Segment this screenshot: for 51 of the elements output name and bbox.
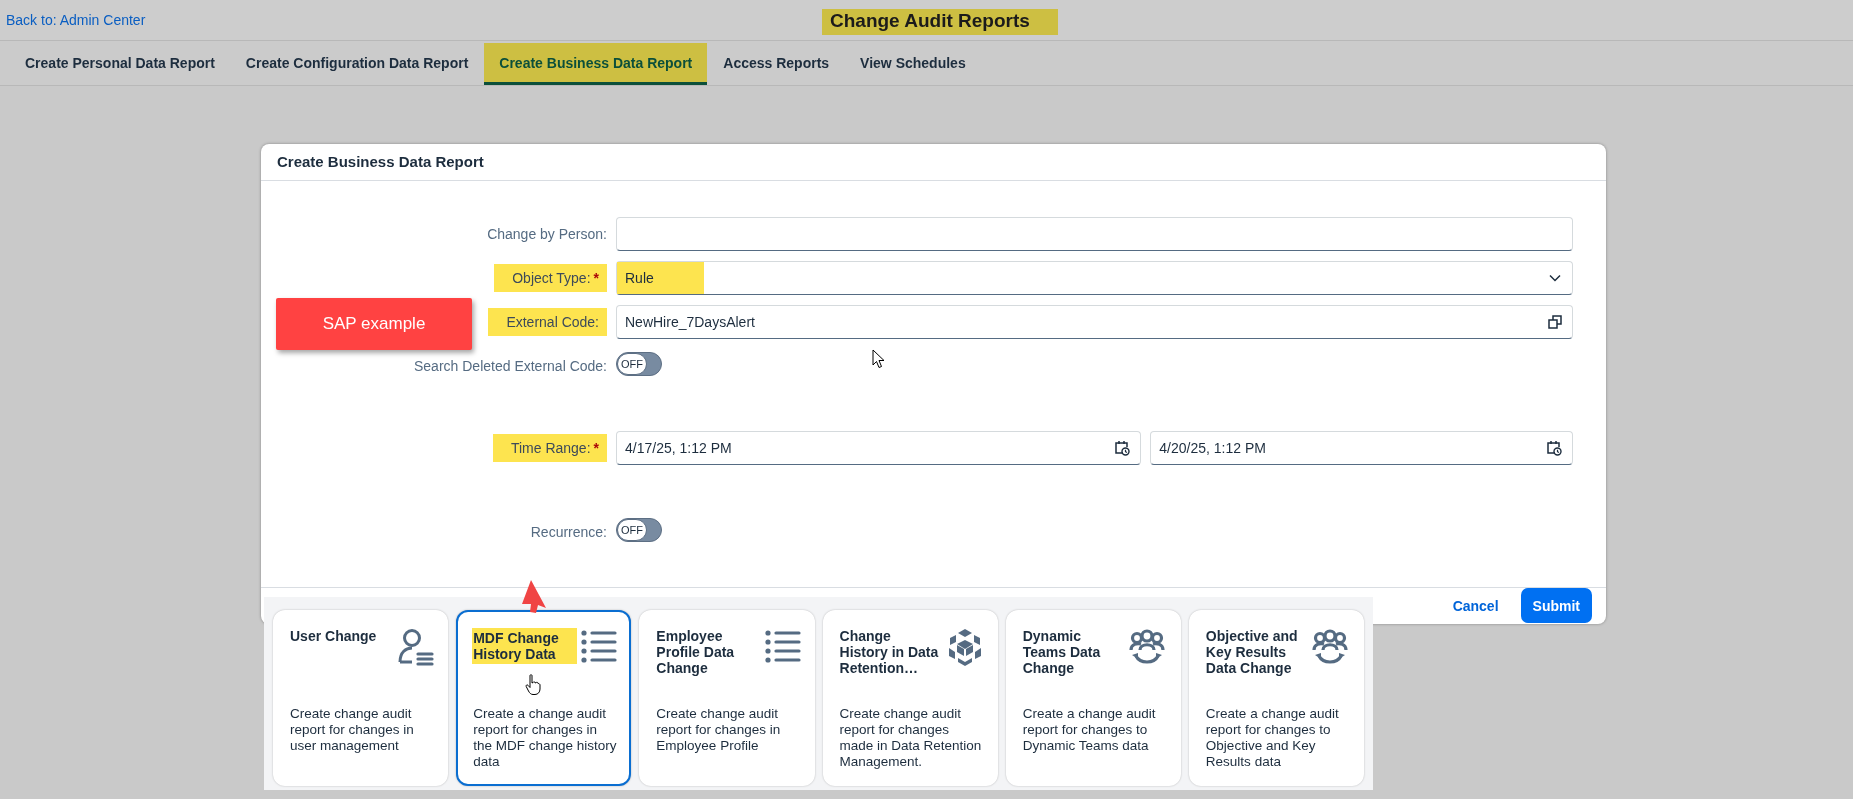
report-card[interactable]: Change History in Data Retention… Create change audit report for changes made in Data Retention Management. xyxy=(822,610,998,786)
cancel-button[interactable]: Cancel xyxy=(1438,589,1513,622)
report-card[interactable]: Employee Profile Data Change Create change audit report for changes in Employee Profile xyxy=(639,610,815,786)
card-title: Change History in Data Retention… xyxy=(839,628,940,676)
report-card[interactable]: Dynamic Teams Data Change Create a change audit report for changes to Dynamic Teams data xyxy=(1005,610,1181,786)
submit-button[interactable]: Submit xyxy=(1520,588,1592,624)
annotation-label: SAP example xyxy=(276,298,472,350)
input-field[interactable] xyxy=(616,216,1573,251)
card-title: MDF Change History Data xyxy=(472,628,578,664)
field-label: Recurrence: xyxy=(530,522,607,542)
card-title: Objective and Key Results Data Change xyxy=(1205,628,1299,676)
card-description: Create a change audit report for changes to Objective and Key Results data xyxy=(1205,706,1340,770)
report-card[interactable]: User Change Create change audit report for changes in user management xyxy=(273,610,449,786)
report-card[interactable]: Objective and Key Results Data Change Create a change audit report for changes to Objective and Key Results data xyxy=(1188,610,1365,786)
back-link[interactable]: Back to: Admin Center xyxy=(6,12,146,28)
select-field[interactable]: Rule xyxy=(616,260,1573,295)
field-label: Time Range: * xyxy=(492,433,607,462)
toggle-switch[interactable]: OFF xyxy=(616,352,662,377)
field-label: Change by Person: xyxy=(487,224,607,244)
card-description: Create a change audit report for changes to Dynamic Teams data xyxy=(1022,706,1157,754)
hand-cursor-icon xyxy=(525,674,541,696)
input-field[interactable]: NewHire_7DaysAlert xyxy=(616,304,1573,339)
report-card[interactable]: MDF Change History Data Create a change audit report for changes in the MDF change history data xyxy=(456,610,632,786)
card-description: Create change audit report for changes made in Data Retention Management. xyxy=(839,706,983,770)
tab[interactable]: Create Business Data Report xyxy=(484,43,708,85)
card-title: Employee Profile Data Change xyxy=(656,628,736,676)
annotation-arrow xyxy=(521,578,547,614)
page-title: Change Audit Reports xyxy=(822,9,1058,35)
toggle-switch[interactable]: OFF xyxy=(616,518,662,543)
card-title: User Change xyxy=(290,628,377,644)
tab[interactable]: Create Configuration Data Report xyxy=(230,43,484,85)
tab[interactable]: View Schedules xyxy=(845,43,981,85)
card-description: Create change audit report for changes in Employee Profile xyxy=(656,706,782,754)
card-title: Dynamic Teams Data Change xyxy=(1022,628,1102,676)
card-description: Create change audit report for changes in user management xyxy=(290,706,415,754)
person-list-icon xyxy=(398,628,435,668)
dialog-title: Create Business Data Report xyxy=(277,153,484,171)
card-description: Create a change audit report for changes in the MDF change history data xyxy=(473,706,618,770)
tab[interactable]: Create Personal Data Report xyxy=(10,43,230,85)
field-label: Search Deleted External Code: xyxy=(414,356,607,376)
field-label: Object Type: * xyxy=(494,263,607,292)
calendar-clock-icon[interactable] xyxy=(1114,439,1131,456)
date-time-field[interactable]: 4/20/25, 1:12 PM xyxy=(1150,430,1573,465)
value-help-icon[interactable] xyxy=(1548,314,1562,329)
calendar-clock-icon[interactable] xyxy=(1546,439,1562,456)
list-icon xyxy=(764,628,801,664)
tab[interactable]: Access Reports xyxy=(708,43,845,85)
pointer-cursor-icon xyxy=(872,349,886,369)
list-icon xyxy=(581,628,618,664)
field-label: External Code: xyxy=(488,307,607,336)
date-time-field[interactable]: 4/17/25, 1:12 PM xyxy=(616,430,1142,465)
